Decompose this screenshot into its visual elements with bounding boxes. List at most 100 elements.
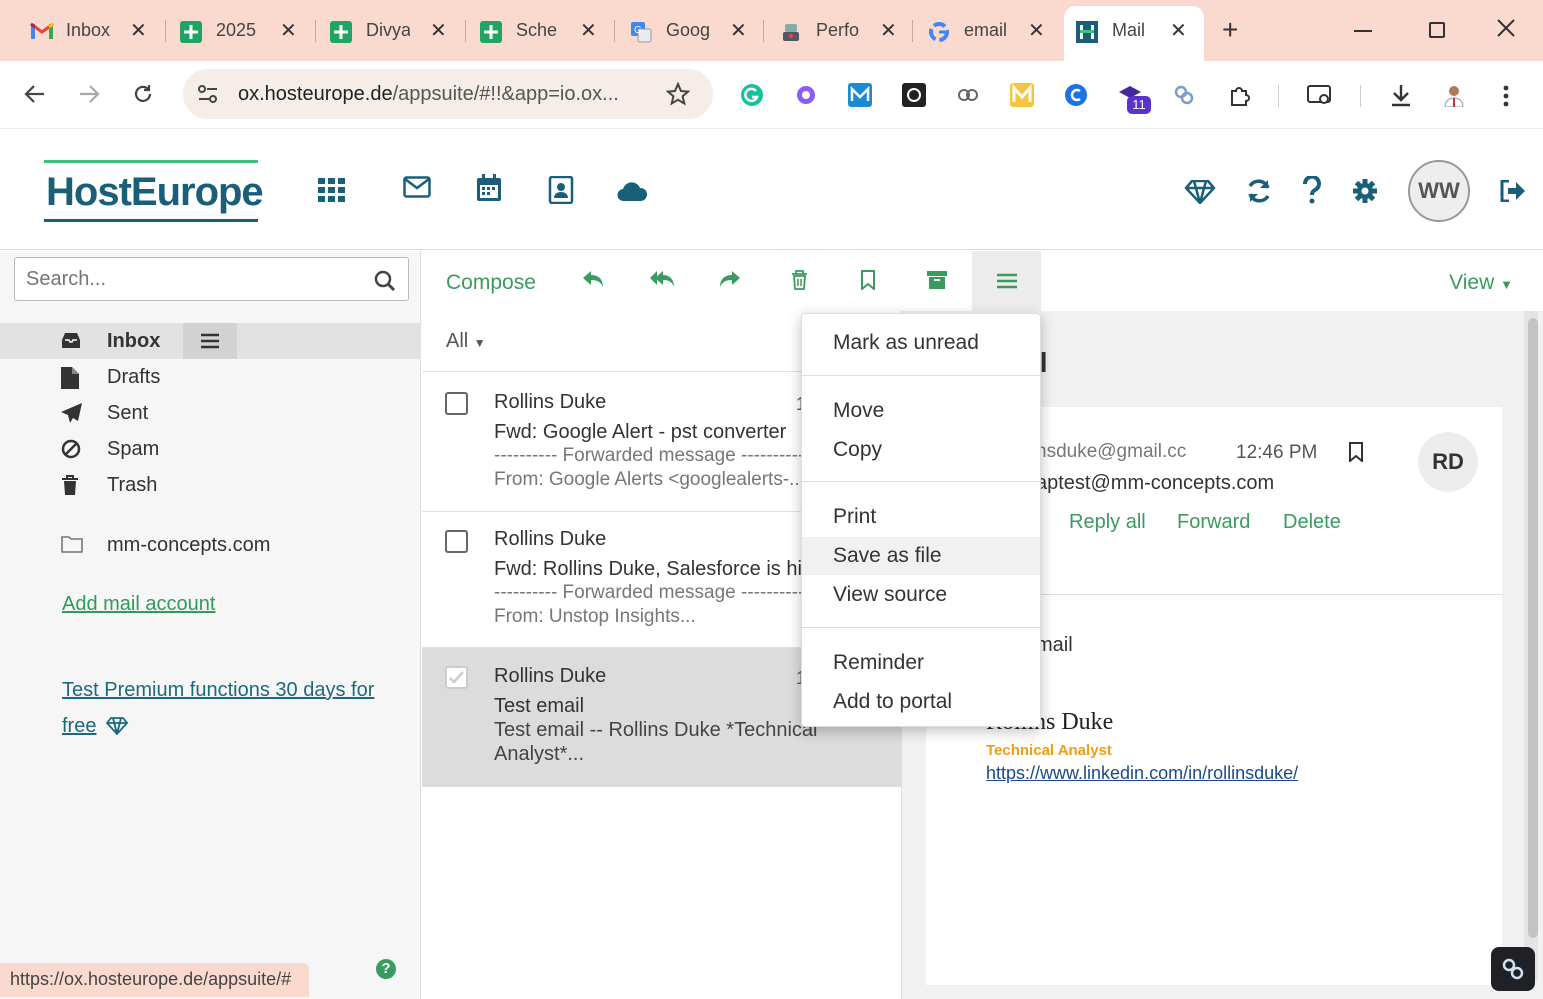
tab-search-icon[interactable] [1307, 83, 1331, 107]
folder-mm-concepts[interactable]: mm-concepts.com [0, 527, 421, 563]
new-tab-button[interactable]: + [1222, 14, 1238, 46]
back-button[interactable] [24, 83, 46, 105]
flag-bookmark-icon[interactable] [1348, 442, 1364, 462]
reply-all-button[interactable]: Reply all [1069, 511, 1146, 534]
view-dropdown[interactable]: View ▼ [1449, 271, 1513, 295]
mail-app-icon[interactable] [403, 176, 431, 198]
scrollbar-thumb[interactable] [1528, 318, 1538, 938]
maximize-button[interactable] [1429, 22, 1445, 38]
menu-item-reminder[interactable]: Reminder [802, 644, 1040, 682]
folder-options-menu-icon[interactable] [183, 323, 237, 359]
openai-icon[interactable] [902, 83, 926, 107]
folder-drafts[interactable]: Drafts [0, 359, 421, 395]
address-bar[interactable]: ox.hosteurope.de/appsuite/#!!&app=io.ox.… [183, 69, 713, 119]
close-icon[interactable]: ✕ [730, 18, 747, 43]
menu-item-add-to-portal[interactable]: Add to portal [802, 683, 1040, 721]
tab-divya[interactable]: Divya ✕ [300, 6, 450, 56]
select-checkbox[interactable] [445, 392, 468, 415]
download-icon[interactable] [1389, 83, 1413, 107]
refresh-icon[interactable] [1246, 178, 1272, 204]
list-filter-dropdown[interactable]: All ▼ [446, 330, 486, 353]
close-icon[interactable]: ✕ [130, 18, 147, 43]
caret-down-icon: ▼ [473, 336, 486, 350]
tab-email[interactable]: email ✕ [898, 6, 1058, 56]
minimize-button[interactable] [1354, 30, 1372, 32]
folder-inbox[interactable]: Inbox [0, 323, 421, 359]
mail-extension-icon[interactable] [848, 83, 872, 107]
close-icon[interactable]: ✕ [430, 18, 447, 43]
view-label: View [1449, 271, 1495, 294]
grammarly-icon[interactable] [740, 83, 764, 107]
search-icon[interactable] [374, 270, 396, 292]
hosteurope-logo[interactable]: HostEurope [44, 160, 264, 222]
premium-trial-link-cont[interactable]: free [62, 715, 96, 738]
tab-label: Sche [516, 20, 558, 40]
archive-icon[interactable] [927, 270, 947, 290]
browser-menu-icon[interactable] [1503, 85, 1509, 107]
mail-to[interactable]: aptest@mm-concepts.com [1036, 472, 1274, 495]
close-icon[interactable]: ✕ [1028, 18, 1045, 43]
menu-item-view-source[interactable]: View source [802, 576, 1040, 614]
m-extension-icon[interactable] [1010, 83, 1034, 107]
folder-spam[interactable]: Spam [0, 431, 421, 467]
tab-goog[interactable]: G Goog ✕ [600, 6, 750, 56]
close-icon[interactable]: ✕ [880, 18, 897, 43]
user-avatar[interactable]: WW [1408, 160, 1470, 222]
chain-extension-icon[interactable] [956, 83, 980, 107]
link-extension-icon[interactable] [1172, 83, 1196, 107]
delete-button[interactable]: Delete [1283, 511, 1341, 534]
help-circle-icon[interactable]: ? [376, 959, 396, 979]
close-icon[interactable]: ✕ [280, 18, 297, 43]
tab-2025[interactable]: 2025 ✕ [150, 6, 300, 56]
help-icon[interactable] [1302, 176, 1322, 204]
bookmark-star-icon[interactable] [666, 82, 690, 106]
window-close-button[interactable] [1496, 18, 1516, 38]
close-icon[interactable]: ✕ [1170, 18, 1187, 43]
calendar-app-icon[interactable] [476, 174, 502, 202]
extensions-puzzle-icon[interactable] [1228, 83, 1252, 107]
logout-icon[interactable] [1500, 180, 1526, 202]
forward-button[interactable] [78, 83, 100, 105]
contacts-app-icon[interactable] [548, 176, 574, 204]
search-input[interactable] [26, 268, 356, 291]
signature-title: Technical Analyst [986, 742, 1112, 759]
profile-avatar-icon[interactable] [1442, 83, 1466, 107]
delete-icon[interactable] [791, 270, 808, 290]
tab-sche[interactable]: Sche ✕ [450, 6, 600, 56]
apps-grid-icon[interactable] [318, 178, 346, 202]
drive-cloud-icon[interactable] [617, 180, 647, 202]
gear-extension-icon[interactable] [794, 83, 818, 107]
more-actions-button[interactable] [972, 251, 1041, 311]
reload-button[interactable] [132, 83, 154, 105]
forward-icon[interactable] [719, 269, 741, 289]
menu-item-mark-unread[interactable]: Mark as unread [802, 324, 1040, 362]
settings-gear-icon[interactable] [1352, 178, 1378, 204]
add-mail-account-link[interactable]: Add mail account [62, 593, 215, 616]
close-icon[interactable]: ✕ [580, 18, 597, 43]
premium-trial-link[interactable]: Test Premium functions 30 days for [62, 679, 374, 702]
premium-diamond-icon[interactable] [1184, 180, 1216, 204]
menu-item-save-as-file[interactable]: Save as file [802, 537, 1040, 575]
select-checkbox-checked[interactable] [445, 666, 468, 689]
select-checkbox[interactable] [445, 530, 468, 553]
tab-perfo[interactable]: Perfo ✕ [750, 6, 900, 56]
forward-button[interactable]: Forward [1177, 511, 1250, 534]
tab-inbox[interactable]: Inbox ✕ [0, 6, 150, 56]
menu-item-move[interactable]: Move [802, 392, 1040, 430]
floating-link-button[interactable] [1491, 947, 1535, 991]
reply-icon[interactable] [582, 269, 604, 289]
mail-from[interactable]: nsduke@gmail.cc [1036, 441, 1186, 463]
flag-bookmark-icon[interactable] [860, 270, 876, 290]
reply-all-icon[interactable] [650, 269, 674, 289]
site-settings-icon[interactable] [197, 84, 219, 104]
menu-item-copy[interactable]: Copy [802, 431, 1040, 469]
c-extension-icon[interactable] [1064, 83, 1088, 107]
folder-sent[interactable]: Sent [0, 395, 421, 431]
menu-item-print[interactable]: Print [802, 498, 1040, 536]
signature-link[interactable]: https://www.linkedin.com/in/rollinsduke/ [986, 763, 1298, 784]
tab-mail-active[interactable]: Mail ✕ [1064, 6, 1204, 61]
folder-trash[interactable]: Trash [0, 467, 421, 503]
compose-button[interactable]: Compose [446, 271, 536, 295]
search-box[interactable] [14, 257, 409, 301]
message-preview: Analyst*... [494, 743, 585, 765]
